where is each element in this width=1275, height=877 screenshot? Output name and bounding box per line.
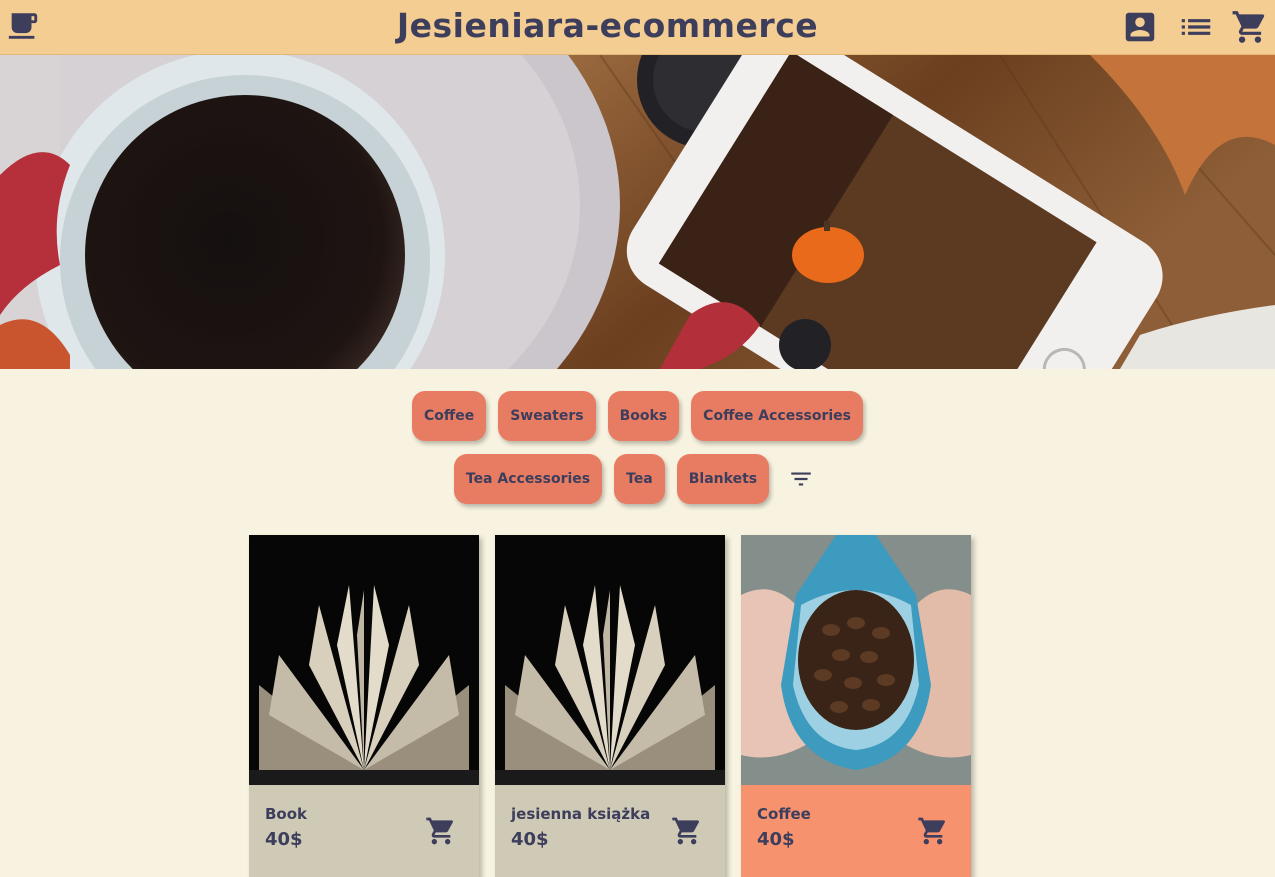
filter-button[interactable]	[781, 454, 821, 504]
shopping-cart-icon[interactable]	[1231, 8, 1269, 46]
category-row-1: Coffee Sweaters Books Coffee Accessories	[0, 391, 1275, 441]
product-grid: Book 40$ jesienna książka 40$ Coffee 40$	[249, 535, 979, 877]
product-card[interactable]: jesienna książka 40$	[495, 535, 725, 877]
top-app-bar: Jesieniara-ecommerce	[0, 0, 1275, 55]
product-info: Coffee 40$	[741, 785, 971, 877]
category-coffee-accessories[interactable]: Coffee Accessories	[691, 391, 864, 441]
product-name: jesienna książka	[511, 805, 651, 823]
page-title: Jesieniara-ecommerce	[396, 6, 819, 45]
product-price: 40$	[757, 829, 795, 850]
category-blankets[interactable]: Blankets	[676, 454, 770, 504]
product-card[interactable]: Coffee 40$	[741, 535, 971, 877]
product-price: 40$	[511, 829, 549, 850]
category-tea[interactable]: Tea	[614, 454, 665, 504]
product-info: jesienna książka 40$	[495, 785, 725, 877]
category-sweaters[interactable]: Sweaters	[498, 391, 596, 441]
category-books[interactable]: Books	[607, 391, 680, 441]
add-to-cart-icon[interactable]	[917, 815, 949, 847]
hero-banner-image	[0, 55, 1275, 369]
coffee-beans-bag-photo	[741, 535, 971, 785]
add-to-cart-icon[interactable]	[671, 815, 703, 847]
product-name: Coffee	[757, 805, 811, 823]
hero-illustration	[0, 55, 1275, 369]
product-price: 40$	[265, 829, 303, 850]
open-book-photo	[495, 535, 725, 785]
product-card[interactable]: Book 40$	[249, 535, 479, 877]
list-icon[interactable]	[1177, 8, 1215, 46]
product-info: Book 40$	[249, 785, 479, 877]
open-book-photo	[249, 535, 479, 785]
category-coffee[interactable]: Coffee	[411, 391, 487, 441]
add-to-cart-icon[interactable]	[425, 815, 457, 847]
filter-list-icon	[791, 472, 811, 486]
account-box-icon[interactable]	[1121, 8, 1159, 46]
category-tea-accessories[interactable]: Tea Accessories	[453, 454, 603, 504]
category-row-2: Tea Accessories Tea Blankets	[0, 454, 1275, 504]
product-name: Book	[265, 805, 308, 823]
